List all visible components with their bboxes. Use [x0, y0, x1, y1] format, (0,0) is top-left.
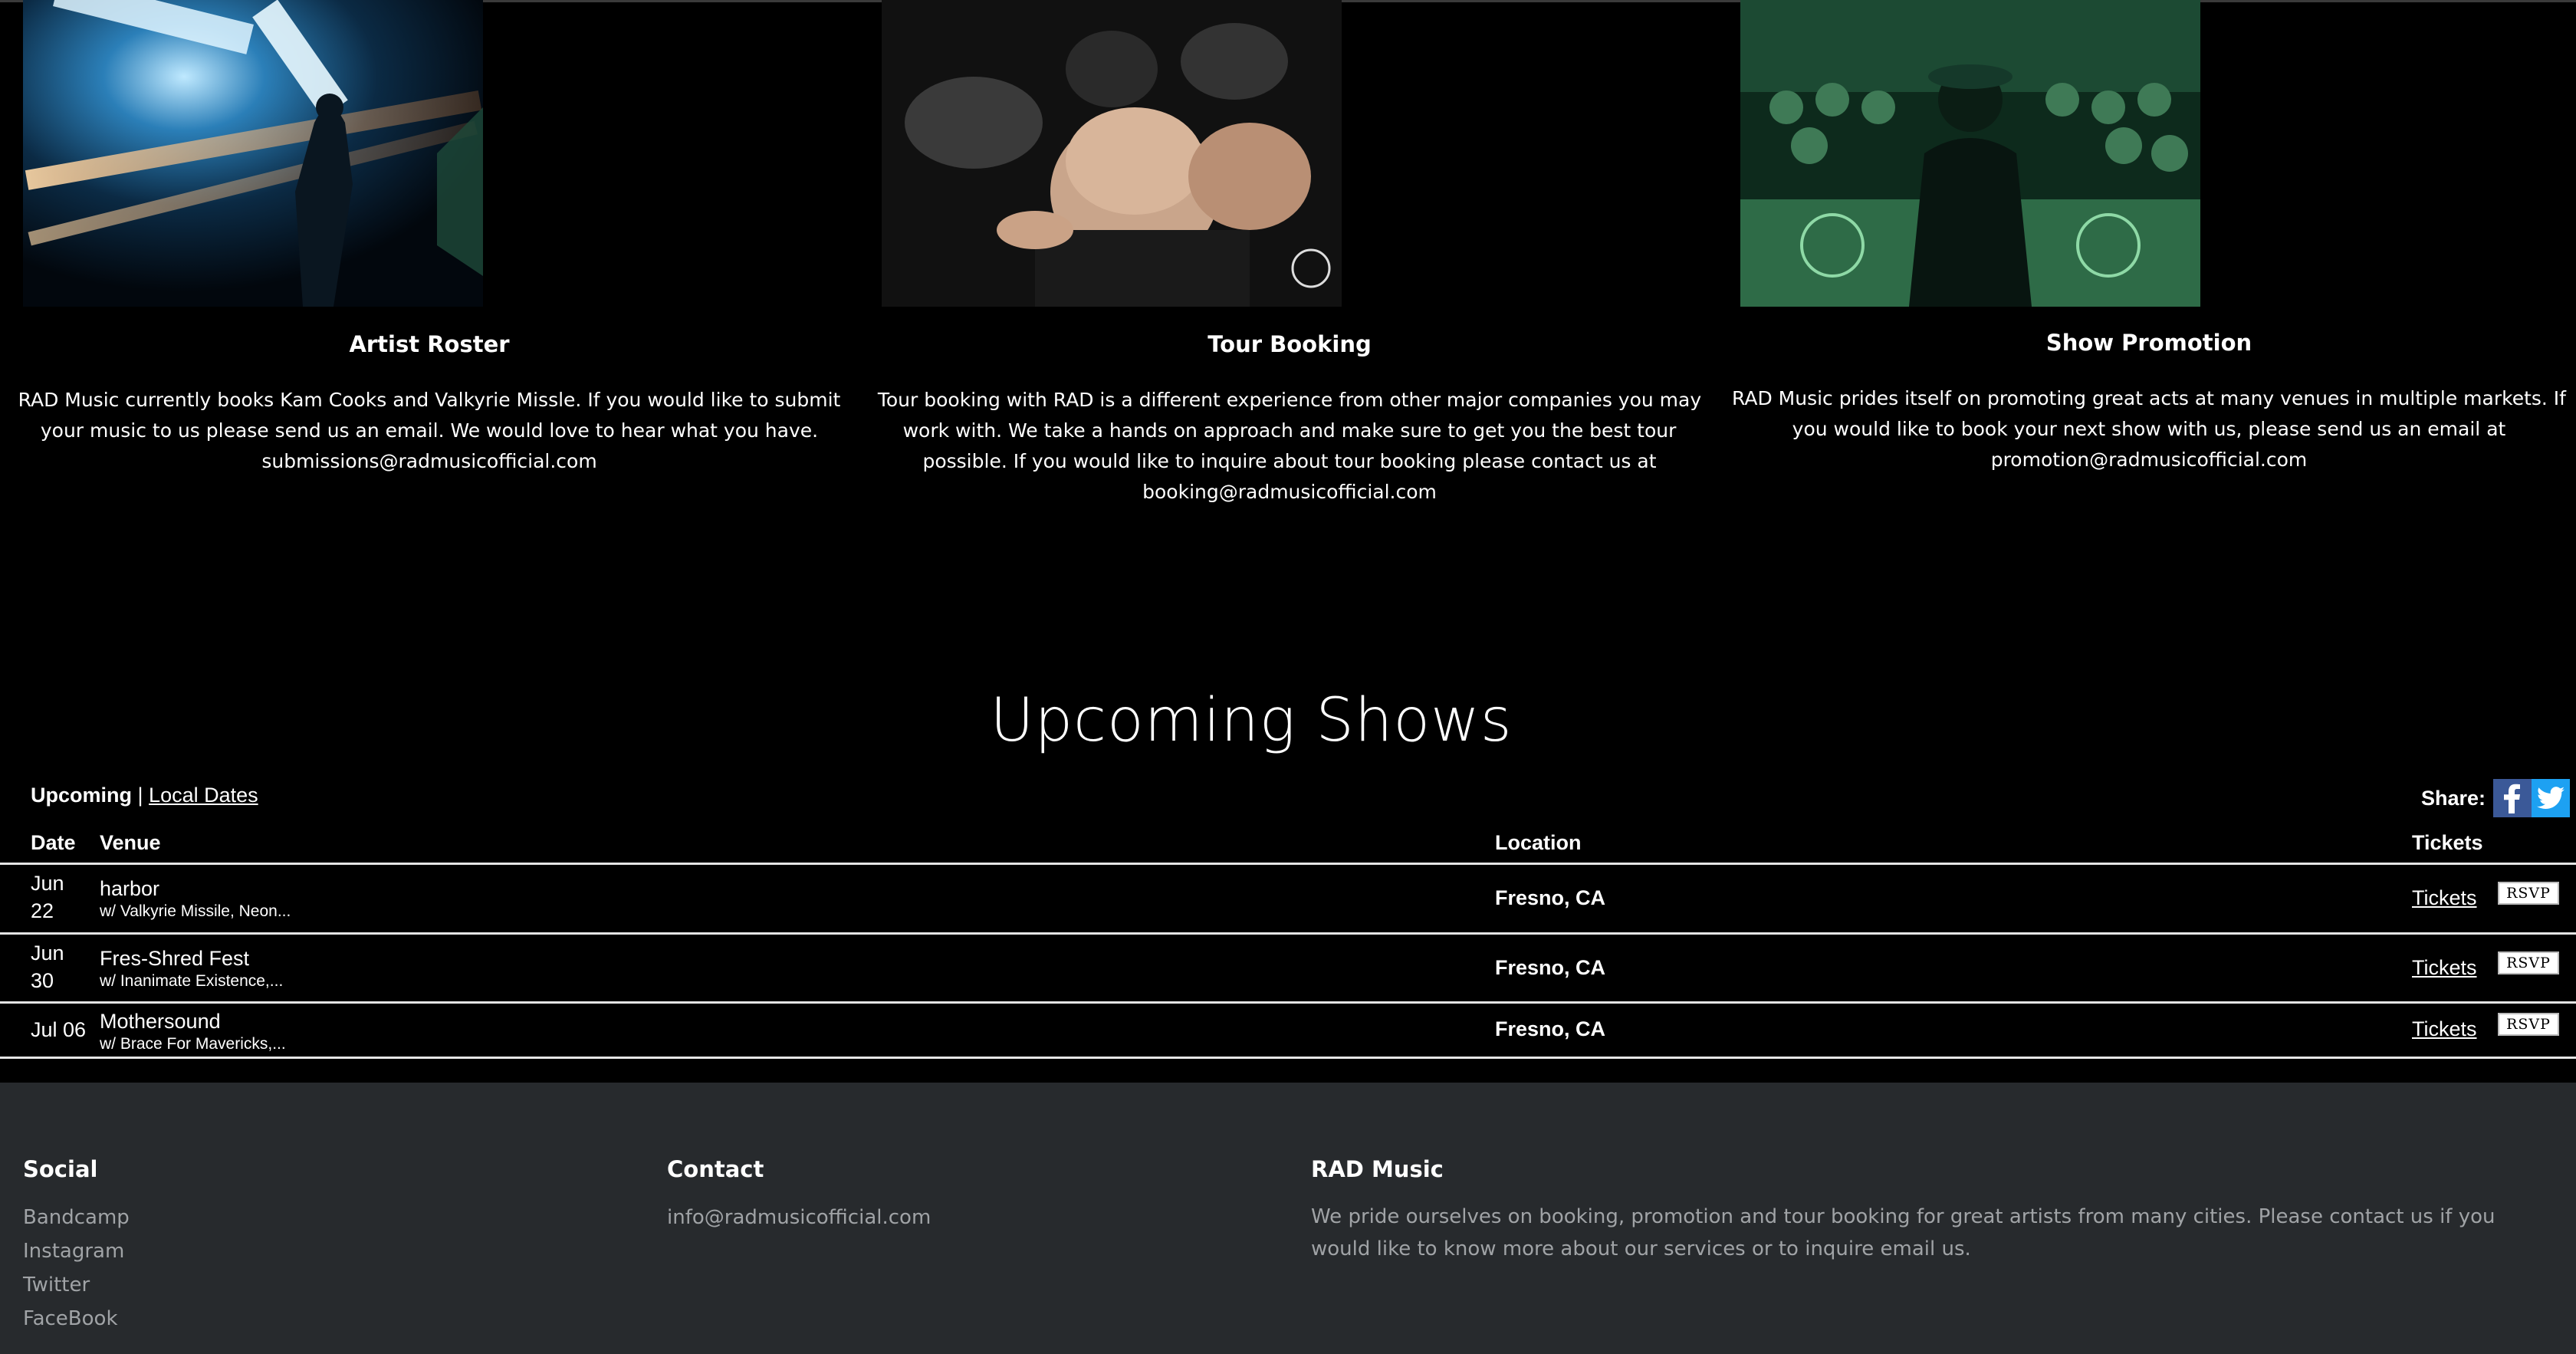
footer-link-bandcamp[interactable]: Bandcamp — [23, 1201, 130, 1234]
shows-table-header: Date Venue Location Tickets — [0, 827, 2576, 863]
service-title: Show Promotion — [2045, 330, 2252, 356]
venue-name[interactable]: harbor — [100, 877, 159, 900]
twitter-share-button[interactable] — [2532, 779, 2570, 817]
footer-social: Social Bandcamp Instagram Twitter FaceBo… — [23, 1156, 130, 1336]
show-location: Fresno, CA — [1495, 1017, 1606, 1040]
crowd-mosh-pit-photo — [882, 0, 1342, 307]
table-row: Jun 30 Fres-Shred Fest w/ Inanimate Exis… — [0, 935, 2576, 1002]
footer-about-text: We pride ourselves on booking, promotion… — [1311, 1205, 2496, 1260]
upcoming-shows-heading: Upcoming Shows — [990, 686, 1513, 755]
rsvp-button[interactable]: RSVP — [2498, 951, 2559, 974]
show-date-month: Jun — [31, 872, 64, 895]
supporting-acts: w/ Inanimate Existence,... — [100, 972, 284, 990]
service-title: Artist Roster — [349, 331, 510, 357]
footer-contact-heading: Contact — [667, 1156, 764, 1182]
service-description: RAD Music currently books Kam Cooks and … — [18, 389, 841, 472]
service-description: Tour booking with RAD is a different exp… — [877, 389, 1702, 503]
filter-local-dates-link[interactable]: Local Dates — [149, 784, 258, 807]
column-tickets: Tickets — [2412, 831, 2483, 854]
show-date-month: Jun — [31, 942, 64, 965]
tickets-link[interactable]: Tickets — [2412, 956, 2477, 980]
show-location: Fresno, CA — [1495, 886, 1606, 909]
table-divider — [0, 1057, 2576, 1059]
show-date-month: Jul 06 — [31, 1018, 87, 1041]
show-date-day: 22 — [31, 899, 54, 922]
twitter-icon — [2537, 787, 2564, 810]
concert-stage-lights-photo — [23, 0, 483, 307]
show-date: Jun 22 — [31, 869, 64, 925]
filter-separator: | — [137, 784, 143, 807]
show-date: Jul 06 — [31, 1016, 86, 1043]
shows-filter: Upcoming | Local Dates — [31, 784, 258, 807]
filter-upcoming[interactable]: Upcoming — [31, 784, 132, 807]
venue-name[interactable]: Mothersound — [100, 1010, 221, 1033]
column-location: Location — [1495, 831, 1582, 854]
show-date-day: 30 — [31, 969, 54, 992]
footer-social-heading: Social — [23, 1156, 98, 1182]
footer-link-twitter[interactable]: Twitter — [23, 1268, 130, 1302]
facebook-share-button[interactable] — [2493, 779, 2532, 817]
footer-link-facebook[interactable]: FaceBook — [23, 1302, 130, 1336]
supporting-acts: w/ Valkyrie Missile, Neon... — [100, 902, 291, 920]
table-row: Jul 06 Mothersound w/ Brace For Maverick… — [0, 1004, 2576, 1057]
site-footer: Social Bandcamp Instagram Twitter FaceBo… — [0, 1083, 2576, 1354]
tickets-link[interactable]: Tickets — [2412, 1017, 2477, 1041]
show-venue: harbor w/ Valkyrie Missile, Neon... — [100, 877, 291, 921]
show-venue: Fres-Shred Fest w/ Inanimate Existence,.… — [100, 947, 283, 991]
footer-contact-email[interactable]: info@radmusicofficial.com — [667, 1201, 931, 1234]
footer-about: RAD Music We pride ourselves on booking,… — [1311, 1156, 2553, 1265]
show-location: Fresno, CA — [1495, 956, 1606, 979]
column-date: Date — [31, 831, 76, 854]
facebook-icon — [2504, 784, 2520, 813]
footer-about-heading: RAD Music — [1311, 1156, 1444, 1182]
services-section: Artist Roster RAD Music currently books … — [0, 0, 2576, 537]
share-bar: Share: — [2421, 779, 2570, 817]
service-title: Tour Booking — [1208, 331, 1372, 357]
tickets-link[interactable]: Tickets — [2412, 886, 2477, 910]
venue-name[interactable]: Fres-Shred Fest — [100, 947, 249, 970]
share-label: Share: — [2420, 786, 2486, 810]
supporting-acts: w/ Brace For Mavericks,... — [100, 1035, 286, 1053]
rsvp-button[interactable]: RSVP — [2498, 1013, 2559, 1036]
column-venue: Venue — [100, 831, 161, 854]
table-row: Jun 22 harbor w/ Valkyrie Missile, Neon.… — [0, 865, 2576, 932]
show-date: Jun 30 — [31, 939, 64, 994]
dj-crowd-green-photo — [1740, 0, 2200, 307]
footer-contact: Contact info@radmusicofficial.com — [667, 1156, 931, 1234]
show-venue: Mothersound w/ Brace For Mavericks,... — [100, 1010, 286, 1053]
service-description: RAD Music prides itself on promoting gre… — [1732, 387, 2566, 471]
footer-link-instagram[interactable]: Instagram — [23, 1234, 130, 1268]
rsvp-button[interactable]: RSVP — [2498, 882, 2559, 905]
